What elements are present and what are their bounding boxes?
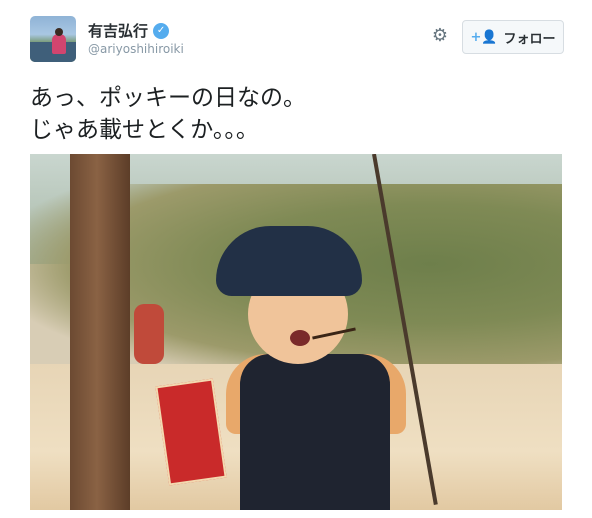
verified-badge-icon: ✓	[153, 22, 170, 39]
follow-button[interactable]: +👤 フォロー	[462, 20, 564, 54]
tweet-photo[interactable]	[30, 154, 562, 510]
photo-wooden-pole	[70, 154, 130, 510]
tweet-text: あっ、ポッキーの日なの。 じゃあ載せとくか。。。	[30, 82, 570, 146]
author-name-row: 有吉弘行 ✓	[88, 20, 170, 41]
tweet-header: 有吉弘行 ✓ @ariyoshihiroiki ⚙ +👤 フォロー	[30, 16, 564, 66]
photo-background-person	[134, 304, 164, 364]
photo-child-cap	[216, 226, 362, 296]
follow-button-label: フォロー	[503, 31, 556, 47]
avatar-person	[52, 34, 66, 54]
photo-child-overalls	[240, 354, 390, 510]
tweet-text-line: じゃあ載せとくか。。。	[30, 117, 259, 143]
gear-icon[interactable]: ⚙	[430, 26, 450, 46]
author-display-name[interactable]: 有吉弘行	[88, 20, 148, 41]
add-user-icon: +👤	[470, 29, 498, 45]
tweet-text-line: あっ、ポッキーの日なの。	[30, 85, 306, 111]
author-handle[interactable]: @ariyoshihiroiki	[88, 42, 184, 56]
photo-child-mouth	[290, 330, 310, 346]
avatar-head	[55, 28, 63, 36]
avatar[interactable]	[30, 16, 76, 62]
